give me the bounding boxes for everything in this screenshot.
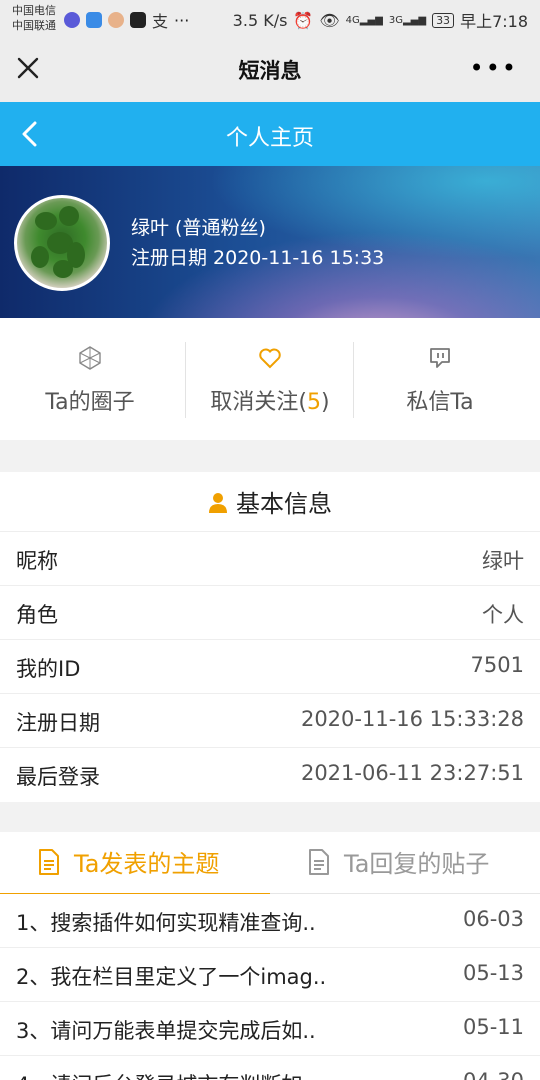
basic-info-section: 基本信息 昵称 绿叶 角色 个人 我的ID 7501 注册日期 2020-11-… (0, 472, 540, 802)
info-row-id: 我的ID 7501 (0, 640, 540, 694)
wechat-header: 短消息 ••• (0, 36, 540, 102)
unfollow-label: 取消关注(5) (210, 390, 330, 415)
app-notification-icon (64, 12, 80, 28)
tab-replies[interactable]: Ta回复的贴子 (270, 832, 540, 894)
info-row-register-date: 注册日期 2020-11-16 15:33:28 (0, 694, 540, 748)
circle-icon (79, 346, 101, 370)
list-item[interactable]: 1、搜索插件如何实现精准查询.. 06-03 (0, 894, 540, 948)
profile-actions: Ta的圈子 取消关注(5) 私信Ta (0, 318, 540, 440)
carrier-2: 中国联通 (12, 19, 56, 32)
capcut-notification-icon (130, 12, 146, 28)
info-key: 注册日期 (16, 711, 100, 735)
list-item[interactable]: 4、请问后台登录城市有判断如.. 04-30 (0, 1056, 540, 1080)
avatar[interactable] (14, 195, 110, 291)
user-register-date: 注册日期 2020-11-16 15:33 (131, 247, 385, 269)
topic-title: 4、请问后台登录城市有判断如.. (16, 1069, 316, 1080)
topic-title: 1、搜索插件如何实现精准查询.. (16, 911, 316, 935)
info-row-last-login: 最后登录 2021-06-11 23:27:51 (0, 748, 540, 802)
circle-label: Ta的圈子 (45, 390, 135, 415)
tab-replies-label: Ta回复的贴子 (344, 850, 490, 878)
message-icon (430, 348, 450, 368)
circle-button[interactable]: Ta的圈子 (0, 342, 180, 418)
signal-4g-icon: 4G▂▄▆ (345, 14, 383, 26)
topic-date: 05-11 (462, 1015, 524, 1039)
info-key: 最后登录 (16, 765, 100, 789)
user-name: 绿叶 (普通粉丝) (131, 217, 266, 239)
list-item[interactable]: 2、我在栏目里定义了一个imag.. 05-13 (0, 948, 540, 1002)
more-menu-icon[interactable]: ••• (470, 56, 518, 80)
basic-info-header: 基本信息 (0, 472, 540, 532)
status-bar: 中国电信 中国联通 支 ··· 3.5 K/s ⏰ 👁 4G▂▄▆ 3G▂▄▆ … (0, 0, 540, 36)
carrier-info: 中国电信 中国联通 (12, 3, 56, 33)
topic-title: 2、我在栏目里定义了一个imag.. (16, 965, 327, 989)
private-message-button[interactable]: 私信Ta (350, 342, 530, 418)
eye-icon: 👁 (319, 10, 340, 30)
more-notifications-icon: ··· (174, 10, 190, 30)
document-icon (309, 849, 329, 875)
info-value: 个人 (482, 603, 524, 627)
info-key: 昵称 (16, 549, 58, 573)
post-tabs: Ta发表的主题 Ta回复的贴子 (0, 832, 540, 895)
unfollow-button[interactable]: 取消关注(5) (180, 342, 360, 418)
battery-icon: 33 (432, 12, 455, 28)
carrier-1: 中国电信 (12, 4, 56, 17)
topic-date: 04-30 (463, 1069, 524, 1080)
info-key: 我的ID (16, 657, 81, 681)
info-value: 2021-06-11 23:27:51 (300, 761, 524, 785)
document-icon (39, 849, 59, 875)
topic-list: 1、搜索插件如何实现精准查询.. 06-03 2、我在栏目里定义了一个imag.… (0, 894, 540, 1080)
basic-info-title: 基本信息 (236, 490, 332, 518)
page-title: 短消息 (238, 59, 302, 83)
list-item[interactable]: 3、请问万能表单提交完成后如.. 05-11 (0, 1002, 540, 1056)
alarm-icon: ⏰ (293, 10, 314, 30)
network-speed: 3.5 K/s (232, 10, 288, 30)
follow-count: 5 (307, 390, 321, 415)
tab-topics-label: Ta发表的主题 (74, 850, 220, 878)
clock: 早上7:18 (460, 12, 528, 31)
private-message-label: 私信Ta (406, 390, 474, 415)
topic-title: 3、请问万能表单提交完成后如.. (16, 1019, 316, 1043)
shield-notification-icon (86, 12, 102, 28)
info-value: 7501 (470, 653, 524, 677)
info-key: 角色 (16, 603, 58, 627)
avatar-notification-icon (108, 12, 124, 28)
status-right: 3.5 K/s ⏰ 👁 4G▂▄▆ 3G▂▄▆ 33 早上7:18 (233, 8, 528, 32)
topic-date: 05-13 (462, 961, 524, 985)
heart-icon (259, 348, 281, 369)
alipay-notification-icon: 支 (152, 12, 169, 31)
notification-icons: 支 ··· (64, 8, 189, 32)
info-row-role: 角色 个人 (0, 586, 540, 640)
user-icon (209, 493, 227, 513)
signal-3g-icon: 3G▂▄▆ (388, 14, 427, 26)
info-row-nickname: 昵称 绿叶 (0, 532, 540, 586)
info-value: 2020-11-16 15:33:28 (300, 707, 524, 731)
topic-date: 06-03 (462, 907, 524, 931)
nav-bar: 个人主页 (0, 102, 540, 166)
tab-topics[interactable]: Ta发表的主题 (0, 832, 270, 895)
nav-title: 个人主页 (225, 126, 314, 151)
info-value: 绿叶 (482, 549, 524, 573)
